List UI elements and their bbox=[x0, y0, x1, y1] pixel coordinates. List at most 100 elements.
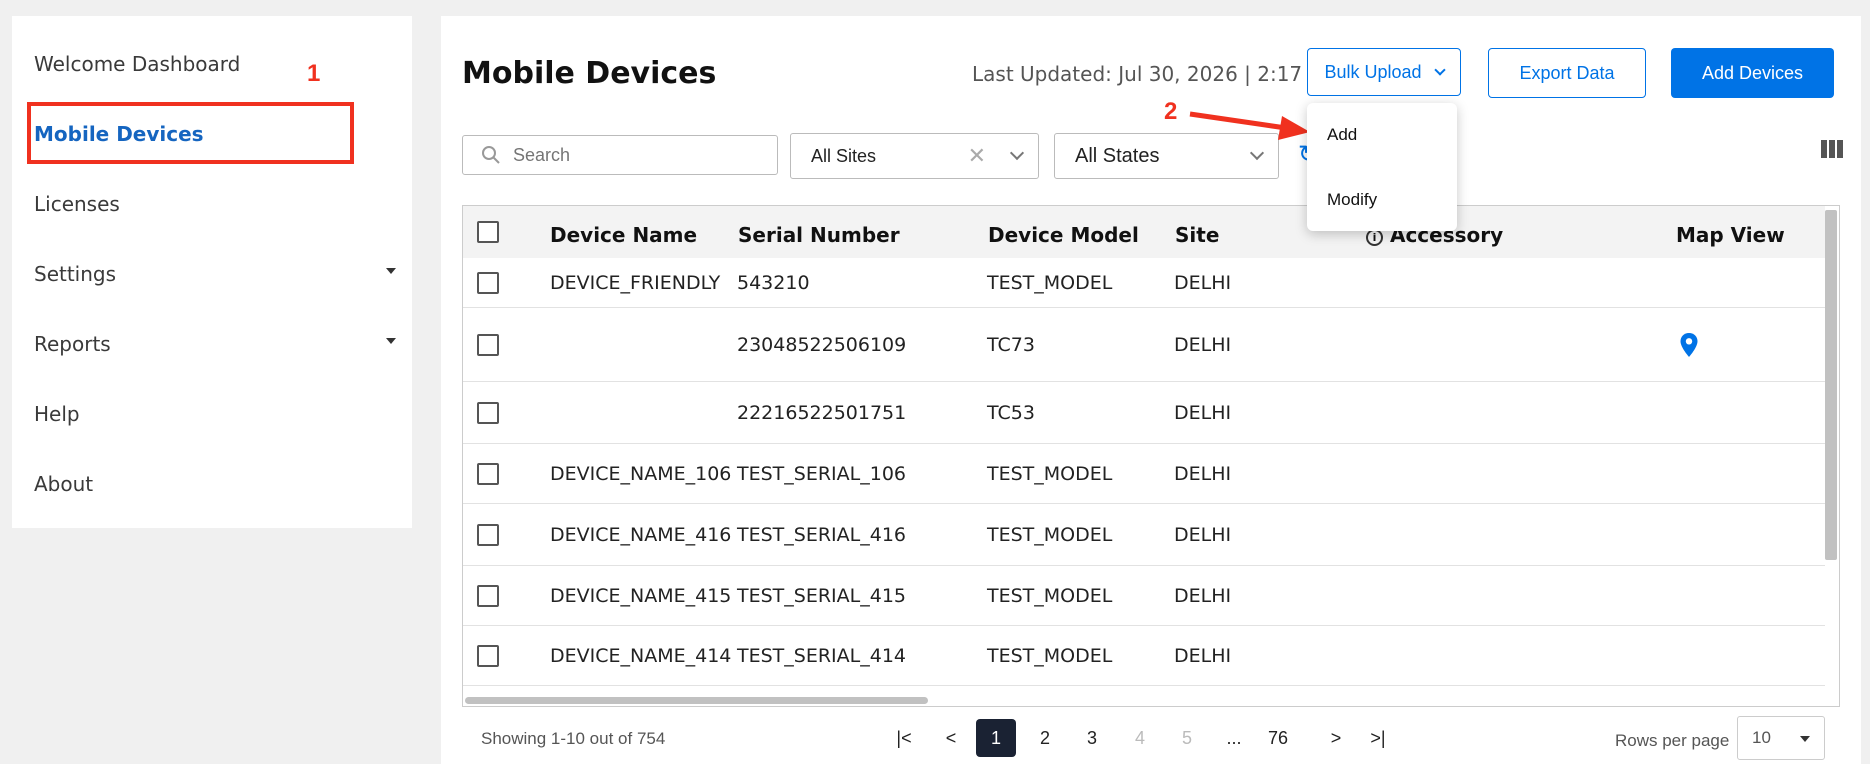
main-panel: Mobile Devices Last Updated: Jul 30, 202… bbox=[441, 16, 1861, 764]
table-row[interactable]: DEVICE_NAME_415 TEST_SERIAL_415 TEST_MODEL… bbox=[463, 566, 1825, 626]
cell-serial-number: 543210 bbox=[737, 272, 810, 294]
bulk-upload-menu: Add Modify bbox=[1307, 103, 1457, 231]
last-page-button[interactable]: >| bbox=[1361, 719, 1395, 757]
devices-table: Device Name Serial Number Device Model S… bbox=[462, 205, 1840, 707]
cell-device-model: TEST_MODEL bbox=[987, 272, 1113, 294]
add-devices-button[interactable]: Add Devices bbox=[1671, 48, 1834, 98]
table-row[interactable]: DEVICE_NAME_106 TEST_SERIAL_106 TEST_MODEL… bbox=[463, 444, 1825, 504]
table-header: Device Name Serial Number Device Model S… bbox=[463, 206, 1825, 258]
chevron-down-icon bbox=[1249, 145, 1265, 161]
cell-site: DELHI bbox=[1174, 645, 1232, 667]
sidebar-item-about[interactable]: About bbox=[34, 472, 93, 496]
cell-serial-number: TEST_SERIAL_415 bbox=[737, 585, 906, 607]
cell-device-name: DEVICE_NAME_416 bbox=[550, 524, 732, 546]
sidebar-item-label: Settings bbox=[34, 262, 117, 286]
info-icon: i bbox=[1366, 229, 1383, 246]
cell-serial-number: 22216522501751 bbox=[737, 402, 907, 424]
table-row[interactable]: DEVICE_NAME_416 TEST_SERIAL_416 TEST_MODEL… bbox=[463, 504, 1825, 566]
cell-device-name: DEVICE_NAME_106 bbox=[550, 463, 732, 485]
cell-site: DELHI bbox=[1174, 524, 1232, 546]
prev-page-button[interactable]: < bbox=[936, 719, 966, 757]
rows-per-page-select[interactable]: 10 bbox=[1737, 716, 1825, 760]
sites-select[interactable]: All Sites ✕ bbox=[790, 133, 1039, 179]
row-checkbox[interactable] bbox=[477, 402, 499, 424]
cell-site: DELHI bbox=[1174, 272, 1232, 294]
cell-serial-number: TEST_SERIAL_106 bbox=[737, 463, 906, 485]
cell-device-model: TC73 bbox=[987, 334, 1035, 356]
sites-select-value: All Sites bbox=[811, 145, 877, 166]
search-input[interactable] bbox=[513, 144, 753, 166]
cell-serial-number: TEST_SERIAL_416 bbox=[737, 524, 906, 546]
column-header-site[interactable]: Site bbox=[1175, 223, 1219, 247]
column-header-device-name[interactable]: Device Name bbox=[550, 223, 697, 247]
cell-device-model: TEST_MODEL bbox=[987, 463, 1113, 485]
sidebar-item-reports[interactable]: Reports bbox=[34, 332, 111, 356]
sidebar-item-settings[interactable]: Settings bbox=[34, 262, 398, 286]
cell-device-name: DEVICE_NAME_414 bbox=[550, 645, 732, 667]
annotation-step-2: 2 bbox=[1164, 98, 1178, 125]
sidebar-item-welcome-dashboard[interactable]: Welcome Dashboard bbox=[34, 52, 240, 76]
search-icon bbox=[482, 146, 500, 164]
page-button[interactable]: 1 bbox=[976, 719, 1016, 757]
page-button[interactable]: 5 bbox=[1167, 719, 1207, 757]
page-button[interactable]: 76 bbox=[1258, 719, 1298, 757]
menu-item-add[interactable]: Add bbox=[1327, 125, 1357, 145]
page-button[interactable]: 4 bbox=[1120, 719, 1160, 757]
table-row[interactable]: DEVICE_FRIENDLY 543210 TEST_MODEL DELHI bbox=[463, 258, 1825, 308]
cell-device-model: TC53 bbox=[987, 402, 1035, 424]
sidebar-item-label: Reports bbox=[34, 332, 111, 356]
rows-per-page-value: 10 bbox=[1752, 728, 1771, 747]
horizontal-scrollbar[interactable] bbox=[465, 697, 928, 704]
cell-site: DELHI bbox=[1174, 334, 1232, 356]
clear-icon[interactable]: ✕ bbox=[968, 143, 986, 169]
sidebar-item-help[interactable]: Help bbox=[34, 402, 80, 426]
search-box[interactable] bbox=[462, 135, 778, 175]
reports-caret-icon[interactable] bbox=[386, 338, 396, 344]
cell-device-model: TEST_MODEL bbox=[987, 645, 1113, 667]
cell-serial-number: TEST_SERIAL_414 bbox=[737, 645, 906, 667]
page-ellipsis: ... bbox=[1226, 727, 1242, 748]
row-checkbox[interactable] bbox=[477, 645, 499, 667]
bulk-upload-label: Bulk Upload bbox=[1324, 61, 1422, 82]
cell-device-model: TEST_MODEL bbox=[987, 524, 1113, 546]
vertical-scrollbar[interactable] bbox=[1825, 210, 1837, 560]
row-checkbox[interactable] bbox=[477, 272, 499, 294]
row-checkbox[interactable] bbox=[477, 463, 499, 485]
sidebar-item-licenses[interactable]: Licenses bbox=[34, 192, 120, 216]
cell-device-name: DEVICE_FRIENDLY bbox=[550, 272, 721, 294]
last-updated-text: Last Updated: Jul 30, 2026 | 2:17 PM bbox=[972, 62, 1338, 86]
row-checkbox[interactable] bbox=[477, 334, 499, 356]
export-data-button[interactable]: Export Data bbox=[1488, 48, 1646, 98]
chevron-down-icon bbox=[1009, 145, 1025, 161]
cell-device-model: TEST_MODEL bbox=[987, 585, 1113, 607]
map-pin-icon[interactable] bbox=[1679, 332, 1699, 358]
table-row[interactable]: DEVICE_NAME_414 TEST_SERIAL_414 TEST_MODEL… bbox=[463, 626, 1825, 686]
page-button[interactable]: 3 bbox=[1072, 719, 1112, 757]
states-select-value: All States bbox=[1075, 144, 1160, 167]
next-page-button[interactable]: > bbox=[1321, 719, 1351, 757]
column-header-map-view[interactable]: Map View bbox=[1676, 223, 1785, 247]
table-row[interactable]: 22216522501751 TC53 DELHI bbox=[463, 382, 1825, 444]
select-all-checkbox[interactable] bbox=[477, 221, 499, 243]
annotation-highlight-box bbox=[27, 102, 354, 164]
chevron-down-icon bbox=[1433, 64, 1446, 76]
column-header-device-model[interactable]: Device Model bbox=[988, 223, 1139, 247]
annotation-arrow bbox=[1189, 111, 1310, 140]
menu-item-modify[interactable]: Modify bbox=[1327, 190, 1377, 210]
cell-site: DELHI bbox=[1174, 585, 1232, 607]
cell-device-name: DEVICE_NAME_415 bbox=[550, 585, 732, 607]
settings-caret-icon[interactable] bbox=[386, 268, 396, 274]
page-button[interactable]: 2 bbox=[1025, 719, 1065, 757]
column-settings-icon[interactable] bbox=[1821, 140, 1843, 158]
first-page-button[interactable]: |< bbox=[889, 719, 919, 757]
sidebar: Welcome Dashboard Mobile Devices License… bbox=[12, 16, 412, 528]
annotation-step-1: 1 bbox=[307, 60, 321, 87]
bulk-upload-button[interactable]: Bulk Upload bbox=[1307, 48, 1461, 96]
row-checkbox[interactable] bbox=[477, 524, 499, 546]
caret-down-icon bbox=[1800, 736, 1810, 742]
table-row[interactable]: 23048522506109 TC73 DELHI bbox=[463, 308, 1825, 382]
rows-per-page-label: Rows per page bbox=[1615, 731, 1730, 750]
cell-site: DELHI bbox=[1174, 402, 1232, 424]
column-header-serial-number[interactable]: Serial Number bbox=[738, 223, 900, 247]
row-checkbox[interactable] bbox=[477, 585, 499, 607]
